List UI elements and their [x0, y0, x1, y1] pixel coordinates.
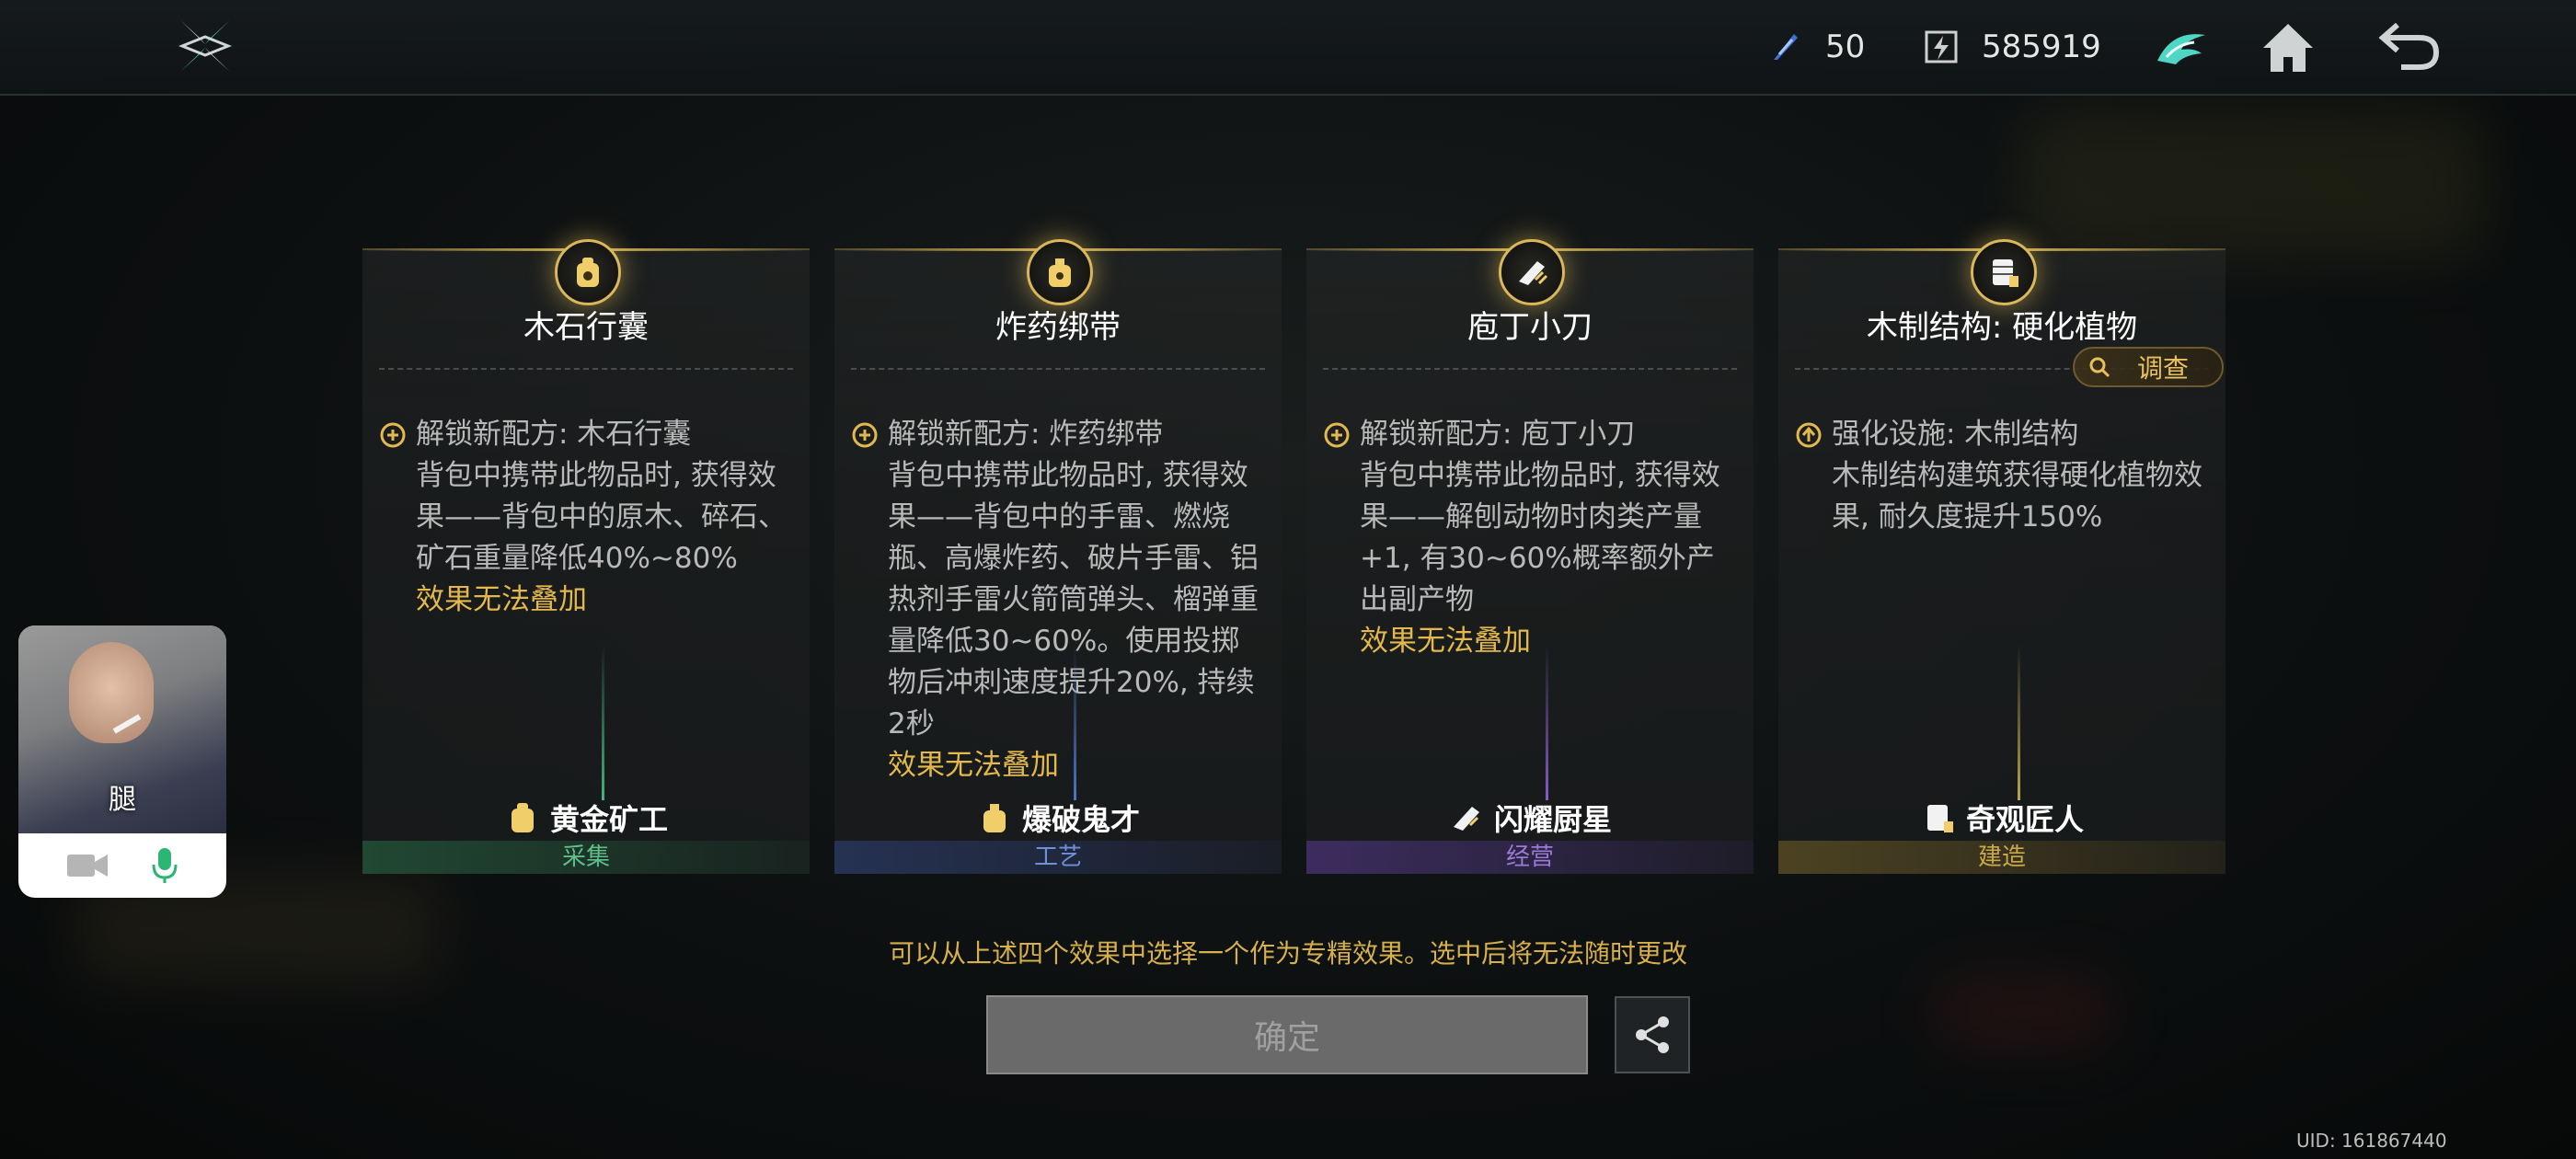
back-arrow-icon [2378, 22, 2440, 70]
microphone-icon[interactable] [150, 846, 179, 885]
background-glow [2024, 110, 2484, 258]
share-button[interactable] [1615, 996, 1690, 1073]
card-desc-text: 背包中携带此物品时, 获得效果——背包中的原木、碎石、矿石重量降低40%~80% [416, 459, 787, 575]
confirm-label: 确定 [1253, 1019, 1320, 1057]
card-head-text: 解锁新配方: 木石行囊 [416, 418, 692, 451]
plus-circle-icon [852, 422, 878, 448]
investigate-button[interactable]: 调查 [2073, 347, 2224, 387]
card-description: 解锁新配方: 庖丁小刀 背包中携带此物品时, 获得效果——解刨动物时肉类产量+1… [1323, 414, 1737, 791]
light-beam [602, 644, 604, 800]
confirm-button[interactable]: 确定 [986, 995, 1588, 1074]
category-text: 经营 [1505, 843, 1554, 871]
card-head-text: 解锁新配方: 炸药绑带 [888, 418, 1164, 451]
specialty-card[interactable]: 木石行囊 解锁新配方: 木石行囊 背包中携带此物品时, 获得效果——背包中的原木… [362, 239, 810, 874]
card-desc-text: 木制结构建筑获得硬化植物效果, 耐久度提升150% [1832, 459, 2202, 534]
bird-guild-icon [2157, 34, 2205, 64]
investigate-label: 调查 [2137, 353, 2190, 384]
card-divider [1323, 368, 1737, 370]
light-beam [2018, 644, 2020, 800]
card-head-text: 解锁新配方: 庖丁小刀 [1360, 418, 1636, 451]
plus-circle-icon [380, 422, 406, 448]
card-head-text: 强化设施: 木制结构 [1832, 418, 2079, 451]
role-name: 黄金矿工 [549, 802, 668, 837]
energy-value: 50 [1825, 29, 1866, 65]
category-text: 工艺 [1033, 843, 1082, 871]
bag-badge-icon [511, 803, 534, 832]
role-name: 闪耀厨星 [1493, 802, 1612, 837]
back-button[interactable] [2377, 15, 2442, 79]
selection-hint: 可以从上述四个效果中选择一个作为专精效果。选中后将无法随时更改 [888, 938, 1687, 969]
card-description: 强化设施: 木制结构 木制结构建筑获得硬化植物效果, 耐久度提升150% [1795, 414, 2209, 791]
search-icon [2089, 357, 2110, 378]
bomb-badge-icon [983, 804, 1006, 832]
structure-badge-icon [1926, 805, 1953, 832]
card-title: 炸药绑带 [995, 309, 1121, 346]
card-desc-text: 背包中携带此物品时, 获得效果——背包中的手雷、燃烧瓶、高爆炸药、破片手雷、铝热… [888, 459, 1259, 740]
card-desc-text: 背包中携带此物品时, 获得效果——解刨动物时肉类产量+1, 有30~60%概率额… [1360, 459, 1720, 616]
share-icon [1636, 1016, 1669, 1053]
user-id: UID: 161867440 [2296, 1130, 2447, 1152]
specialty-card[interactable]: 炸药绑带 解锁新配方: 炸药绑带 背包中携带此物品时, 获得效果——背包中的手雷… [834, 239, 1282, 874]
shuriken-logo-icon [173, 17, 237, 75]
knife-badge-icon [1499, 239, 1565, 305]
category-tag: 工艺 [834, 841, 1282, 874]
home-icon [2263, 24, 2313, 72]
knife-badge-icon [1453, 807, 1479, 831]
card-title: 木制结构: 硬化植物 [1866, 309, 2138, 346]
card-note: 效果无法叠加 [888, 749, 1059, 782]
card-title: 庖丁小刀 [1467, 309, 1593, 346]
category-text: 采集 [561, 843, 610, 871]
role-label: 爆破鬼才 [834, 797, 1282, 839]
currency-counter: 585919 [1923, 22, 2101, 72]
role-label: 黄金矿工 [362, 797, 810, 839]
caller-video: 腿 [18, 625, 226, 833]
card-description: 解锁新配方: 炸药绑带 背包中携带此物品时, 获得效果——背包中的手雷、燃烧瓶、… [851, 414, 1265, 791]
video-call-widget[interactable]: 腿 [18, 625, 226, 898]
card-description: 解锁新配方: 木石行囊 背包中携带此物品时, 获得效果——背包中的原木、碎石、矿… [379, 414, 793, 791]
category-tag: 建造 [1778, 841, 2225, 874]
currency-value: 585919 [1982, 29, 2101, 65]
top-bar: 50 585919 [0, 0, 2576, 96]
role-label: 奇观匠人 [1778, 797, 2225, 839]
structure-badge-icon [1971, 239, 2037, 305]
category-tag: 经营 [1306, 841, 1754, 874]
feather-energy-icon [1766, 29, 1803, 65]
bag-badge-icon [555, 239, 621, 305]
home-button[interactable] [2256, 15, 2320, 79]
card-divider [851, 368, 1265, 370]
category-text: 建造 [1977, 843, 2026, 871]
card-note: 效果无法叠加 [1360, 625, 1531, 658]
caller-face [69, 642, 154, 743]
role-label: 闪耀厨星 [1306, 797, 1754, 839]
card-note: 效果无法叠加 [416, 583, 587, 616]
video-camera-icon[interactable] [65, 851, 109, 880]
bomb-badge-icon [1027, 239, 1093, 305]
card-divider [379, 368, 793, 370]
upgrade-circle-icon [1796, 422, 1822, 448]
card-title: 木石行囊 [523, 309, 649, 346]
lightning-currency-icon [1923, 29, 1960, 65]
bird-guild-button[interactable] [2149, 15, 2214, 79]
specialty-card[interactable]: 庖丁小刀 解锁新配方: 庖丁小刀 背包中携带此物品时, 获得效果——解刨动物时肉… [1306, 239, 1754, 874]
light-beam [1074, 644, 1076, 800]
background-glow [1932, 975, 2116, 1049]
category-tag: 采集 [362, 841, 810, 874]
caller-name: 腿 [109, 784, 136, 816]
role-name: 奇观匠人 [1965, 802, 2084, 837]
role-name: 爆破鬼才 [1021, 802, 1140, 837]
energy-counter: 50 [1766, 22, 1865, 72]
call-controls [18, 833, 226, 898]
specialty-card[interactable]: 木制结构: 硬化植物 强化设施: 木制结构 木制结构建筑获得硬化植物效果, 耐久… [1778, 239, 2225, 874]
light-beam [1546, 644, 1548, 800]
plus-circle-icon [1324, 422, 1350, 448]
